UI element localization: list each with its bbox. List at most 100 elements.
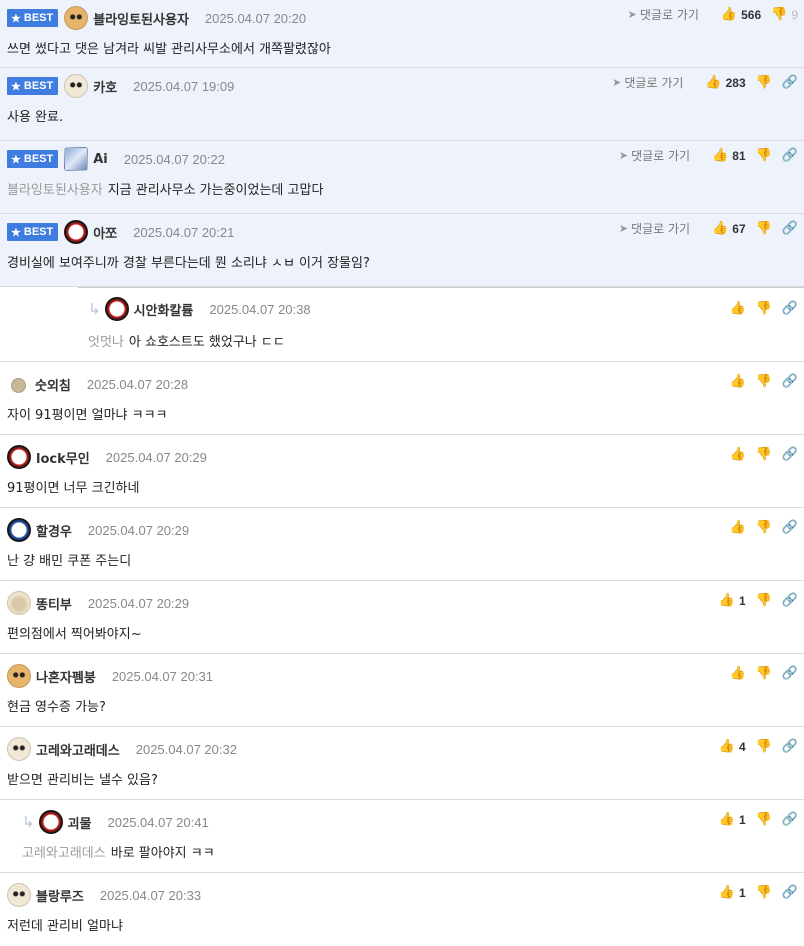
comment-text: 91평이면 너무 크긴하네 xyxy=(7,481,140,496)
link-button[interactable]: 🔗 xyxy=(782,148,798,163)
nickname[interactable]: 숫외침 xyxy=(35,375,71,394)
thumbs-down-icon: 👎 xyxy=(755,75,772,90)
link-button[interactable]: 🔗 xyxy=(782,374,798,389)
mention[interactable]: 엇멋나 xyxy=(88,335,124,350)
timestamp: 2025.04.07 20:29 xyxy=(105,449,207,465)
upvote-button[interactable]: 👍 xyxy=(729,666,745,681)
downvote-button[interactable]: 👎 xyxy=(756,447,772,462)
upvote-button[interactable]: 👍 1 xyxy=(719,593,746,608)
downvote-button[interactable]: 👎 9 xyxy=(771,7,798,22)
thumbs-down-icon: 👎 xyxy=(755,666,772,681)
downvote-button[interactable]: 👎 xyxy=(756,75,772,90)
nickname[interactable]: Ai xyxy=(93,152,108,167)
upvote-button[interactable]: 👍 1 xyxy=(719,885,746,900)
thumbs-up-icon: 👍 xyxy=(729,520,746,535)
avatar[interactable] xyxy=(38,810,63,834)
avatar[interactable] xyxy=(64,147,89,171)
link-icon: 🔗 xyxy=(781,520,798,535)
avatar[interactable] xyxy=(7,591,31,615)
comment-item: ↳ 괴물 2025.04.07 20:41 고레와고래데스 바로 팔아야지 ㅋㅋ … xyxy=(0,800,804,873)
nickname[interactable]: 카호 xyxy=(93,77,117,96)
goto-comment-button[interactable]: ➤ 댓글로 가기 xyxy=(628,6,699,23)
avatar[interactable] xyxy=(104,297,129,321)
link-button[interactable]: 🔗 xyxy=(782,447,798,462)
upvote-button[interactable]: 👍 283 xyxy=(705,75,745,90)
link-button[interactable]: 🔗 xyxy=(782,812,798,827)
goto-comment-button[interactable]: ➤ 댓글로 가기 xyxy=(612,74,683,91)
nickname[interactable]: 할경우 xyxy=(36,521,72,540)
downvote-button[interactable]: 👎 xyxy=(756,221,772,236)
nickname[interactable]: 시안화칼륨 xyxy=(134,300,194,319)
nickname[interactable]: 나혼자펨붕 xyxy=(36,667,96,686)
timestamp: 2025.04.07 20:38 xyxy=(209,301,311,317)
link-button[interactable]: 🔗 xyxy=(782,75,798,90)
downvote-button[interactable]: 👎 xyxy=(756,520,772,535)
mention[interactable]: 고레와고래데스 xyxy=(22,846,106,861)
comment-text: 저런데 관리비 얼마냐 xyxy=(7,919,123,934)
nickname[interactable]: lock무인 xyxy=(36,448,90,467)
link-icon: 🔗 xyxy=(781,885,798,900)
thumbs-up-icon: 👍 xyxy=(712,148,729,163)
nickname[interactable]: 블라잉토된사용자 xyxy=(93,9,189,28)
nickname[interactable]: 고레와고래데스 xyxy=(36,740,120,759)
downvote-button[interactable]: 👎 xyxy=(756,374,772,389)
upvote-button[interactable]: 👍 67 xyxy=(712,221,746,236)
avatar[interactable] xyxy=(64,220,89,244)
upvote-button[interactable]: 👍 566 xyxy=(721,7,761,22)
best-badge: ★ BEST xyxy=(7,223,59,241)
upvote-button[interactable]: 👍 xyxy=(729,447,745,462)
avatar[interactable] xyxy=(7,518,31,542)
avatar[interactable] xyxy=(7,664,31,688)
downvote-button[interactable]: 👎 xyxy=(756,148,772,163)
link-button[interactable]: 🔗 xyxy=(782,593,798,608)
upvote-button[interactable]: 👍 4 xyxy=(719,739,746,754)
avatar[interactable] xyxy=(7,883,31,907)
goto-label: 댓글로 가기 xyxy=(631,149,691,163)
goto-comment-button[interactable]: ➤ 댓글로 가기 xyxy=(619,147,690,164)
link-button[interactable]: 🔗 xyxy=(782,885,798,900)
avatar[interactable] xyxy=(7,737,31,761)
comment-item: ★ BEST 블라잉토된사용자 2025.04.07 20:20 쓰면 썼다고 댓… xyxy=(0,0,804,68)
downvote-button[interactable]: 👎 xyxy=(756,885,772,900)
upvote-count: 566 xyxy=(741,7,762,22)
downvote-count: 9 xyxy=(791,7,798,22)
downvote-button[interactable]: 👎 xyxy=(756,812,772,827)
link-button[interactable]: 🔗 xyxy=(782,520,798,535)
upvote-button[interactable]: 👍 81 xyxy=(712,148,746,163)
nickname[interactable]: 아쪼 xyxy=(93,223,117,242)
avatar[interactable] xyxy=(64,6,89,30)
nickname[interactable]: 똥티부 xyxy=(36,594,72,613)
link-button[interactable]: 🔗 xyxy=(782,301,798,316)
downvote-button[interactable]: 👎 xyxy=(756,739,772,754)
nickname[interactable]: 블랑루즈 xyxy=(36,886,84,905)
comment-item: 나혼자펨붕 2025.04.07 20:31 현금 영수증 가능? 👍 👎 🔗 xyxy=(0,654,804,727)
timestamp: 2025.04.07 20:33 xyxy=(99,887,202,903)
downvote-button[interactable]: 👎 xyxy=(756,666,772,681)
downvote-button[interactable]: 👎 xyxy=(756,301,772,316)
avatar[interactable] xyxy=(64,74,89,98)
upvote-button[interactable]: 👍 1 xyxy=(719,812,746,827)
thumbs-down-icon: 👎 xyxy=(755,812,772,827)
goto-comment-button[interactable]: ➤ 댓글로 가기 xyxy=(619,220,690,237)
avatar[interactable] xyxy=(7,445,31,469)
link-icon: 🔗 xyxy=(781,447,798,462)
reply-arrow-icon: ↳ xyxy=(88,300,101,318)
upvote-button[interactable]: 👍 xyxy=(729,520,745,535)
downvote-button[interactable]: 👎 xyxy=(756,593,772,608)
comment-list: ★ BEST 블라잉토된사용자 2025.04.07 20:20 쓰면 썼다고 댓… xyxy=(0,0,804,946)
upvote-button[interactable]: 👍 xyxy=(729,374,745,389)
comment-item: 숫외침 2025.04.07 20:28 자이 91평이면 얼마냐 ㅋㅋㅋ 👍 … xyxy=(0,362,804,435)
upvote-button[interactable]: 👍 xyxy=(729,301,745,316)
link-button[interactable]: 🔗 xyxy=(782,739,798,754)
thumbs-up-icon: 👍 xyxy=(718,812,735,827)
link-button[interactable]: 🔗 xyxy=(782,666,798,681)
link-button[interactable]: 🔗 xyxy=(782,221,798,236)
avatar[interactable] xyxy=(11,377,26,393)
link-icon: 🔗 xyxy=(781,221,798,236)
mention[interactable]: 블라잉토된사용자 xyxy=(7,183,103,198)
star-icon: ★ xyxy=(11,12,21,25)
nickname[interactable]: 괴물 xyxy=(68,813,92,832)
best-badge: ★ BEST xyxy=(7,150,59,168)
comment-text: 고레와고래데스 바로 팔아야지 ㅋㅋ xyxy=(22,842,215,861)
thumbs-up-icon: 👍 xyxy=(712,221,729,236)
